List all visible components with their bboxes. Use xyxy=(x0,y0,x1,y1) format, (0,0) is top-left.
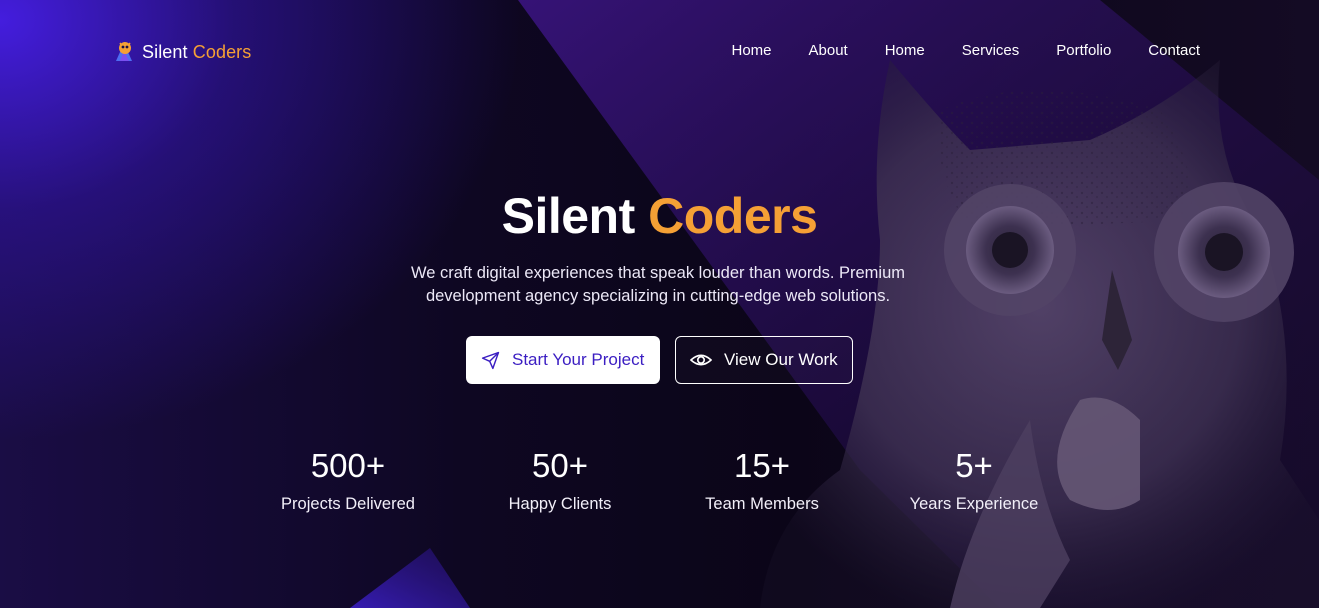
hero-title-accent: Coders xyxy=(648,188,818,244)
nav-contact[interactable]: Contact xyxy=(1148,42,1200,59)
stat-value: 50+ xyxy=(532,447,588,484)
nav-services[interactable]: Services xyxy=(962,42,1020,59)
start-project-label: Start Your Project xyxy=(512,350,645,369)
eye-icon xyxy=(690,354,712,366)
stat-value: 500+ xyxy=(310,447,386,484)
stat-clients: 50+ Happy Clients xyxy=(450,446,670,515)
stat-label: Happy Clients xyxy=(508,495,612,513)
nav-about[interactable]: About xyxy=(809,42,848,59)
stat-team: 15+ Team Members xyxy=(652,446,872,515)
site-header: Silent Coders Home About Home Services P… xyxy=(0,0,1319,100)
stat-years: 5+ Years Experience xyxy=(864,446,1084,515)
hero-title-first: Silent xyxy=(501,188,636,244)
nav-home-2[interactable]: Home xyxy=(885,42,925,59)
brand-name: Silent Coders xyxy=(142,42,251,63)
hero-subtitle-line-1: We craft digital experiences that speak … xyxy=(410,264,906,282)
brand-logo[interactable]: Silent Coders xyxy=(112,38,251,66)
stat-label: Years Experience xyxy=(909,495,1039,513)
nav-home[interactable]: Home xyxy=(732,42,772,59)
send-icon xyxy=(481,351,500,369)
view-work-button[interactable]: View Our Work xyxy=(675,336,853,384)
stat-label: Team Members xyxy=(705,495,819,513)
stat-projects: 500+ Projects Delivered xyxy=(238,446,458,515)
stat-value: 5+ xyxy=(955,447,993,484)
hero-section: Silent Coders Home About Home Services P… xyxy=(0,0,1319,608)
view-work-label: View Our Work xyxy=(724,350,838,369)
hero-subtitle: We craft digital experiences that speak … xyxy=(398,262,918,308)
nav-portfolio[interactable]: Portfolio xyxy=(1056,42,1111,59)
main-navigation: Home About Home Services Portfolio Conta… xyxy=(732,42,1201,59)
hero-title: Silent Coders xyxy=(0,186,1319,246)
stat-label: Projects Delivered xyxy=(281,495,415,513)
owl-logo-icon xyxy=(116,42,132,61)
brand-name-accent: Coders xyxy=(192,41,252,62)
brand-name-first: Silent xyxy=(142,41,188,62)
stat-value: 15+ xyxy=(734,447,790,484)
hero-subtitle-line-2: development agency specializing in cutti… xyxy=(425,287,891,305)
start-project-button[interactable]: Start Your Project xyxy=(466,336,660,384)
